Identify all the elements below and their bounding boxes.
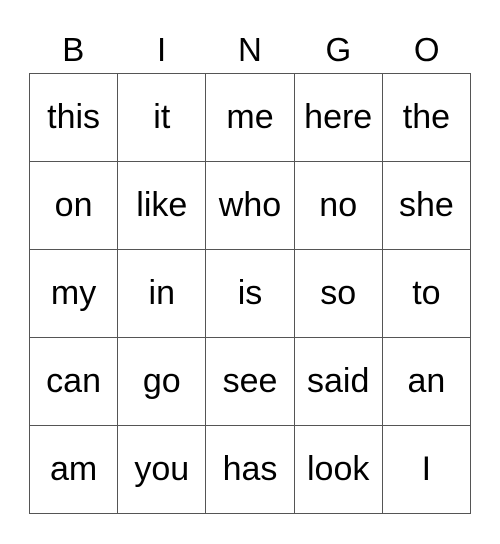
- header-letter-o: O: [413, 31, 440, 68]
- bingo-cell[interactable]: my: [30, 250, 119, 338]
- bingo-cell[interactable]: see: [206, 338, 295, 426]
- header-letter-b: B: [62, 31, 85, 68]
- bingo-cell[interactable]: look: [294, 426, 383, 514]
- bingo-cell[interactable]: here: [294, 74, 383, 162]
- bingo-cell[interactable]: no: [294, 162, 383, 250]
- bingo-cell[interactable]: who: [206, 162, 295, 250]
- bingo-cell[interactable]: an: [382, 338, 471, 426]
- bingo-cell[interactable]: in: [118, 250, 207, 338]
- bingo-header: B I N G O: [29, 28, 471, 72]
- bingo-cell[interactable]: I: [382, 426, 471, 514]
- bingo-cell[interactable]: has: [206, 426, 295, 514]
- bingo-cell[interactable]: it: [118, 74, 207, 162]
- header-letter-i: I: [157, 31, 167, 68]
- bingo-cell[interactable]: you: [118, 426, 207, 514]
- bingo-cell[interactable]: so: [294, 250, 383, 338]
- header-letter-g: G: [325, 31, 352, 68]
- header-letter-n: N: [238, 31, 262, 68]
- bingo-cell[interactable]: am: [30, 426, 119, 514]
- bingo-cell[interactable]: go: [118, 338, 207, 426]
- bingo-cell[interactable]: can: [30, 338, 119, 426]
- bingo-cell[interactable]: me: [206, 74, 295, 162]
- bingo-card-grid: this it me here the on like who no she m…: [29, 73, 471, 514]
- bingo-cell[interactable]: like: [118, 162, 207, 250]
- bingo-cell[interactable]: said: [294, 338, 383, 426]
- bingo-cell[interactable]: she: [382, 162, 471, 250]
- bingo-cell[interactable]: to: [382, 250, 471, 338]
- bingo-cell[interactable]: this: [30, 74, 119, 162]
- bingo-cell[interactable]: on: [30, 162, 119, 250]
- bingo-cell[interactable]: is: [206, 250, 295, 338]
- bingo-cell[interactable]: the: [382, 74, 471, 162]
